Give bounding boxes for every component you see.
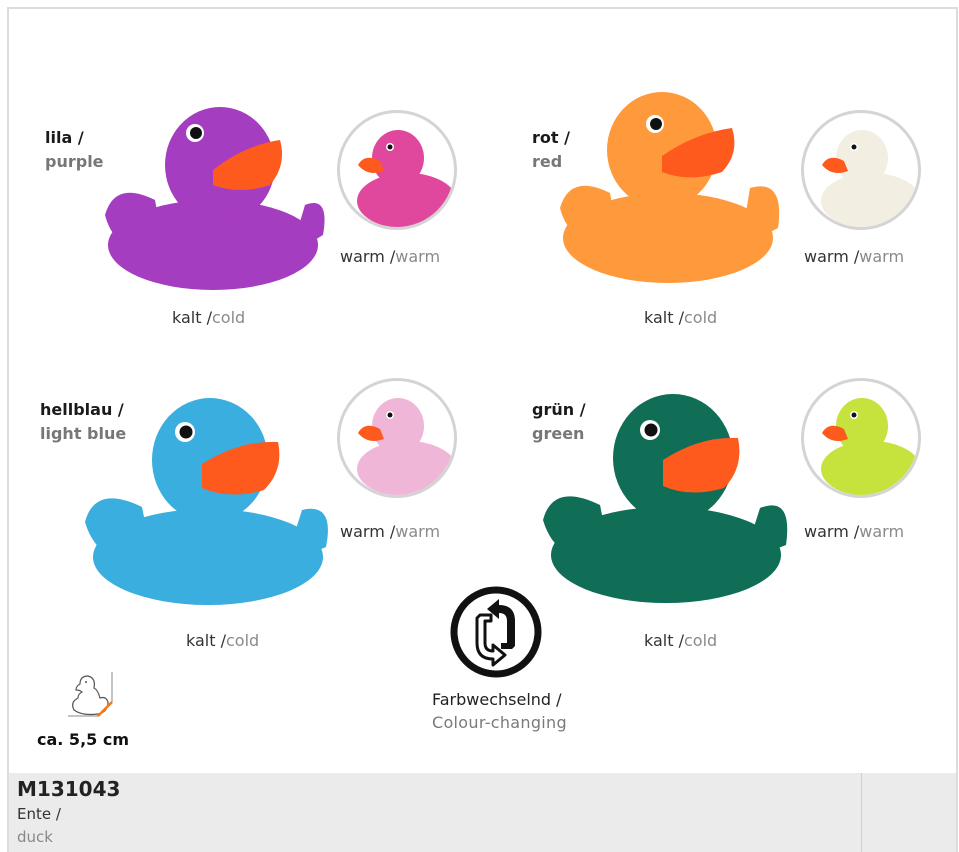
duck-size-icon bbox=[68, 672, 113, 717]
warm-label-de: warm / bbox=[804, 247, 860, 266]
warm-state-circle-purple bbox=[337, 110, 457, 230]
cold-label-de: kalt / bbox=[186, 631, 226, 650]
footer-divider bbox=[861, 773, 862, 852]
colour-change-icon bbox=[450, 586, 542, 678]
warm-caption-light-blue: warm /warm bbox=[340, 522, 440, 541]
duck-warm-light-blue bbox=[357, 398, 454, 495]
warm-state-circle-green bbox=[801, 378, 921, 498]
warm-state-circle-red bbox=[801, 110, 921, 230]
cold-label-de: kalt / bbox=[644, 308, 684, 327]
warm-label-en: warm bbox=[395, 247, 441, 266]
article-number: M131043 bbox=[17, 777, 121, 801]
duck-cold-green bbox=[543, 394, 788, 603]
colour-changing-label: Farbwechselnd / Colour-changing bbox=[432, 688, 567, 734]
warm-label-de: warm / bbox=[804, 522, 860, 541]
product-info-footer: M131043 Ente / duck bbox=[9, 773, 956, 852]
warm-label-de: warm / bbox=[340, 247, 396, 266]
cold-label-en: cold bbox=[225, 631, 260, 650]
warm-caption-green: warm /warm bbox=[804, 522, 904, 541]
duck-cold-red bbox=[560, 92, 780, 283]
warm-label-en: warm bbox=[859, 247, 905, 266]
duck-warm-purple bbox=[357, 130, 454, 227]
product-type-en: duck bbox=[17, 828, 53, 846]
size-label: ca. 5,5 cm bbox=[37, 730, 129, 749]
warm-label-de: warm / bbox=[340, 522, 396, 541]
feature-label-en: Colour-changing bbox=[432, 713, 567, 732]
cold-caption-red: kalt /cold bbox=[644, 308, 717, 327]
duck-warm-green bbox=[821, 398, 918, 495]
warm-label-en: warm bbox=[395, 522, 441, 541]
cold-label-en: cold bbox=[683, 631, 718, 650]
duck-cold-purple bbox=[105, 107, 325, 290]
cold-label-de: kalt / bbox=[644, 631, 684, 650]
warm-caption-red: warm /warm bbox=[804, 247, 904, 266]
warm-state-circle-light-blue bbox=[337, 378, 457, 498]
cold-caption-purple: kalt /cold bbox=[172, 308, 245, 327]
cold-caption-light-blue: kalt /cold bbox=[186, 631, 259, 650]
cold-label-en: cold bbox=[683, 308, 718, 327]
cold-caption-green: kalt /cold bbox=[644, 631, 717, 650]
product-type-de: Ente / bbox=[17, 805, 61, 823]
cold-label-de: kalt / bbox=[172, 308, 212, 327]
duck-cold-light-blue bbox=[85, 398, 328, 605]
warm-caption-purple: warm /warm bbox=[340, 247, 440, 266]
duck-warm-red bbox=[821, 130, 918, 227]
feature-label-de: Farbwechselnd / bbox=[432, 690, 562, 709]
cold-label-en: cold bbox=[211, 308, 246, 327]
warm-label-en: warm bbox=[859, 522, 905, 541]
